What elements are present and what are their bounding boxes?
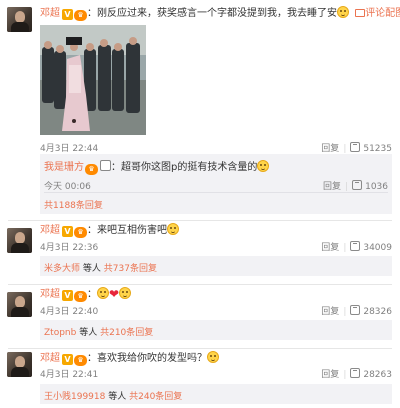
like-count: 28263 bbox=[363, 370, 392, 380]
reply-text: ：超哥你这图p的挺有技术含量的 bbox=[111, 162, 258, 173]
etc-label: 等人 bbox=[82, 264, 101, 274]
comment-username[interactable]: 邓超 bbox=[40, 353, 60, 364]
level-badge-icon: ♛ bbox=[74, 291, 87, 302]
heart-emoji-icon: ❤ bbox=[109, 287, 120, 301]
like-count: 28326 bbox=[363, 307, 392, 317]
v-badge-icon: V bbox=[62, 226, 73, 237]
comment-item: 邓超V♛：刚反应过来，获奖感言一个字都没提到我，我去睡了安 评论配图 bbox=[0, 0, 400, 220]
replier-username[interactable]: 王小贱199918 bbox=[44, 392, 105, 402]
comment-attached-photo[interactable] bbox=[40, 25, 146, 135]
reply-box: Ztopnb 等人 共210条回复 bbox=[40, 320, 392, 340]
thumb-up-icon[interactable] bbox=[350, 305, 361, 315]
replier-username[interactable]: 米多大师 bbox=[44, 264, 80, 274]
smile-emoji-icon bbox=[119, 287, 132, 299]
comment-text: ：喜欢我给你吹的发型吗？ bbox=[87, 353, 207, 364]
thumb-up-icon[interactable] bbox=[350, 241, 361, 251]
etc-label: 等人 bbox=[79, 328, 98, 338]
reply-button[interactable]: 回复 bbox=[321, 307, 339, 317]
reply-box: 王小贱199918 等人 共240条回复 bbox=[40, 384, 392, 404]
v-badge-icon: V bbox=[62, 290, 73, 301]
smile-emoji-icon bbox=[167, 223, 179, 235]
comment-item: 邓超 V ♛ ：来吧互相伤害吧 4月3日 22:36 回复 | 34009 米多大师 等人… bbox=[0, 222, 400, 282]
comment-username[interactable]: 邓超 bbox=[40, 8, 60, 19]
view-picture-link[interactable]: 评论配图 bbox=[365, 8, 400, 19]
total-replies-link[interactable]: 共737条回复 bbox=[104, 264, 157, 274]
level-badge-icon: ♛ bbox=[74, 355, 87, 366]
smile-emoji-icon bbox=[337, 6, 349, 18]
reply-button[interactable]: 回复 bbox=[323, 182, 341, 192]
v-badge-icon: V bbox=[62, 9, 73, 20]
reply-box: 我是珊方 ♛ ：超哥你这图p的挺有技术含量的 今天 00:06 回复 | 1036 共1… bbox=[40, 154, 392, 214]
reply-box: 米多大师 等人 共737条回复 bbox=[40, 256, 392, 276]
smile-emoji-icon bbox=[207, 351, 219, 363]
avatar[interactable] bbox=[7, 352, 32, 377]
thumb-up-icon[interactable] bbox=[350, 142, 361, 152]
robot-emoji-icon bbox=[100, 160, 111, 171]
comment-text: ：刚反应过来，获奖感言一个字都没提到我，我去睡了安 bbox=[87, 8, 337, 19]
thumb-up-icon[interactable] bbox=[350, 368, 361, 378]
avatar[interactable] bbox=[7, 7, 32, 32]
etc-label: 等人 bbox=[108, 392, 127, 402]
level-badge-icon: ♛ bbox=[74, 10, 87, 21]
reply-button[interactable]: 回复 bbox=[321, 370, 339, 380]
like-count: 34009 bbox=[363, 243, 392, 253]
comment-date: 4月3日 22:36 bbox=[40, 243, 99, 253]
comment-item: 邓超 V ♛ ：喜欢我给你吹的发型吗？ 4月3日 22:41 回复 | 28263 王小贱… bbox=[0, 350, 400, 408]
total-replies-link[interactable]: 共1188条回复 bbox=[44, 198, 103, 211]
comment-username[interactable]: 邓超 bbox=[40, 225, 60, 236]
comment-date: 4月3日 22:41 bbox=[40, 370, 99, 380]
comment-username[interactable]: 邓超 bbox=[40, 289, 60, 300]
avatar[interactable] bbox=[7, 292, 32, 317]
reply-button[interactable]: 回复 bbox=[321, 144, 339, 154]
level-badge-icon: ♛ bbox=[74, 227, 87, 238]
total-replies-link[interactable]: 共210条回复 bbox=[100, 328, 153, 338]
comment-item: 邓超 V ♛： ❤ 4月3日 22:40 回复 | 28326 Ztopnb 等人 共21… bbox=[0, 286, 400, 346]
photo-image bbox=[40, 25, 146, 135]
smile-emoji-icon bbox=[97, 287, 109, 299]
avatar[interactable] bbox=[7, 228, 32, 253]
v-badge-icon: V bbox=[62, 354, 73, 365]
comment-text: ： bbox=[87, 289, 97, 300]
reply-username[interactable]: 我是珊方 bbox=[44, 162, 84, 173]
picture-icon[interactable] bbox=[355, 9, 366, 17]
total-replies-link[interactable]: 共240条回复 bbox=[129, 392, 182, 402]
thumb-up-icon[interactable] bbox=[352, 180, 363, 190]
reply-date: 今天 00:06 bbox=[44, 182, 91, 192]
smile-emoji-icon bbox=[257, 160, 270, 172]
comment-date: 4月3日 22:40 bbox=[40, 307, 99, 317]
like-count: 1036 bbox=[365, 182, 388, 192]
level-badge-icon: ♛ bbox=[85, 164, 98, 175]
comment-text: ：来吧互相伤害吧 bbox=[87, 225, 167, 236]
replier-username[interactable]: Ztopnb bbox=[44, 328, 76, 338]
like-count: 51235 bbox=[363, 144, 392, 154]
reply-button[interactable]: 回复 bbox=[321, 243, 339, 253]
comment-date: 4月3日 22:44 bbox=[40, 144, 99, 154]
